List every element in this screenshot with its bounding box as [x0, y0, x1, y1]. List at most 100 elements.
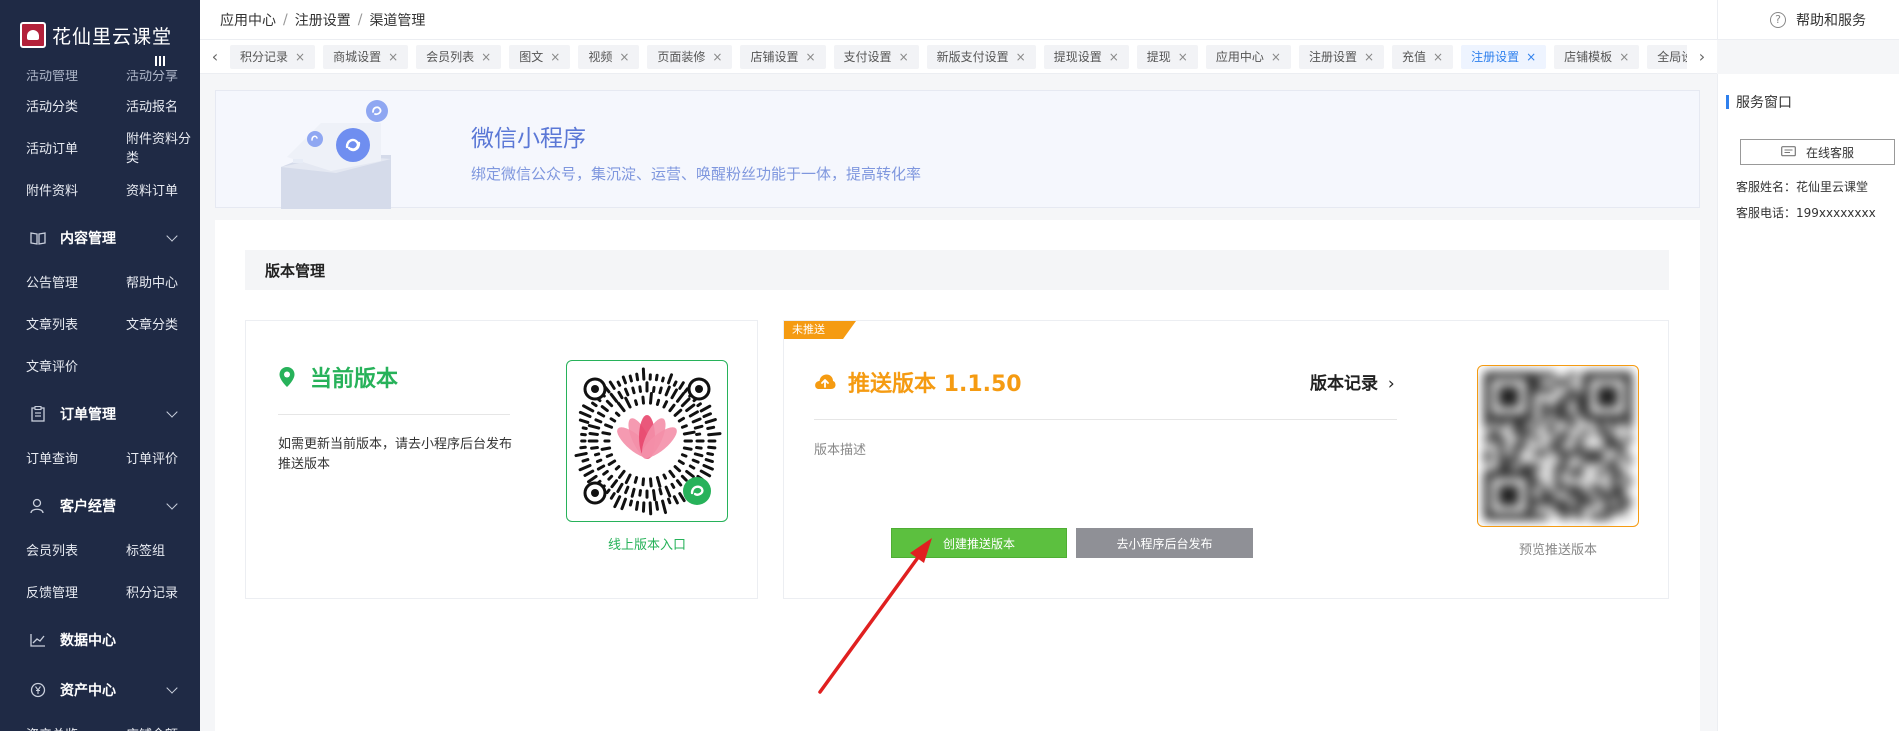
close-icon[interactable]: × — [1526, 50, 1536, 64]
sidebar-item[interactable]: 会员列表 — [0, 528, 100, 570]
tab-item[interactable]: 应用中心 × — [1205, 44, 1291, 69]
tab-item[interactable]: 店铺模板 × — [1554, 44, 1640, 69]
push-version-heading: 推送版本 1.1.50 — [814, 366, 1022, 398]
close-icon[interactable]: × — [550, 50, 560, 64]
online-version-link[interactable]: 线上版本入口 — [566, 534, 728, 553]
version-description-label: 版本描述 — [814, 443, 867, 458]
tab-label: 页面装修 — [657, 50, 706, 64]
sidebar-group-label: 数据中心 — [60, 633, 116, 649]
preview-qr-code[interactable] — [1477, 365, 1639, 527]
tab-item[interactable]: 积分记录 × — [230, 44, 316, 69]
scrollbar-handle[interactable] — [155, 56, 167, 74]
help-and-service[interactable]: ? 帮助和服务 — [1717, 0, 1899, 40]
clipboard-icon — [30, 406, 46, 422]
go-to-backend-publish-button[interactable]: 去小程序后台发布 — [1076, 528, 1253, 558]
version-history-label: 版本记录 — [1310, 374, 1378, 394]
sidebar-item[interactable]: 反馈管理 — [0, 570, 100, 612]
mini-program-banner: 微信小程序 绑定微信公众号，集沉淀、运营、唤醒粉丝功能于一体，提高转化率 — [215, 90, 1700, 209]
close-icon[interactable]: × — [899, 50, 909, 64]
tab-item[interactable]: 注册设置 × — [1298, 44, 1385, 69]
sidebar-group-data[interactable]: 数据中心 — [0, 618, 200, 662]
breadcrumb: 应用中心 / 注册设置 / 渠道管理 — [200, 0, 1717, 40]
sidebar-item[interactable]: 文章分类 — [100, 302, 200, 344]
sidebar-item[interactable]: 订单查询 — [0, 436, 100, 478]
tab-item[interactable]: 新版支付设置 × — [926, 44, 1036, 69]
sidebar-group-content[interactable]: 内容管理 — [0, 216, 200, 260]
close-icon[interactable]: × — [1433, 50, 1443, 64]
create-push-version-button[interactable]: 创建推送版本 — [891, 528, 1067, 558]
sidebar-item[interactable]: 资料订单 — [100, 168, 200, 210]
tab-item[interactable]: 页面装修 × — [647, 44, 733, 69]
breadcrumb-item[interactable]: 注册设置 — [295, 10, 351, 30]
breadcrumb-item[interactable]: 应用中心 — [220, 10, 276, 30]
tab-item[interactable]: 图文 × — [509, 44, 571, 69]
sidebar-item[interactable]: 附件资料分类 — [100, 126, 200, 168]
support-name: 客服姓名：花仙里云课堂 — [1736, 180, 1869, 194]
close-icon[interactable]: × — [1016, 50, 1026, 64]
tab-item[interactable]: 提现设置 × — [1043, 44, 1129, 69]
sidebar-item[interactable]: 公告管理 — [0, 260, 100, 302]
sidebar-group-order[interactable]: 订单管理 — [0, 392, 200, 436]
sidebar-item[interactable]: 文章列表 — [0, 302, 100, 344]
close-icon[interactable]: × — [481, 50, 491, 64]
close-icon[interactable]: × — [1364, 50, 1374, 64]
close-icon[interactable]: × — [295, 50, 305, 64]
tab-item[interactable]: 商城设置 × — [323, 44, 409, 69]
tab-item[interactable]: 店铺设置 × — [740, 44, 826, 69]
close-icon[interactable]: × — [1271, 50, 1281, 64]
sidebar-item[interactable]: 店铺余额 — [100, 712, 200, 731]
tab-item[interactable]: 支付设置 × — [833, 44, 919, 69]
sidebar-group-customer[interactable]: 客户经营 — [0, 484, 200, 528]
divider — [278, 414, 510, 415]
close-icon[interactable]: × — [619, 50, 629, 64]
sidebar-item[interactable]: 标签组 — [100, 528, 200, 570]
tab-item[interactable]: 全局设置× — [1647, 44, 1687, 69]
line-chart-icon — [30, 632, 46, 648]
tab-item[interactable]: 视频 × — [578, 44, 640, 69]
sidebar-item[interactable]: 活动分享 — [100, 70, 200, 84]
support-phone: 客服电话：199xxxxxxxx — [1736, 206, 1876, 220]
version-history-link[interactable]: 版本记录 › — [1310, 369, 1395, 394]
sidebar-item[interactable]: 附件资料 — [0, 168, 100, 210]
online-version-qr-code[interactable] — [566, 360, 728, 522]
close-icon[interactable]: × — [1178, 50, 1188, 64]
brand[interactable]: 花仙里云课堂 — [0, 0, 200, 70]
tab-label: 提现设置 — [1053, 50, 1102, 64]
sidebar-item[interactable]: 活动分类 — [0, 84, 100, 126]
tab-label: 注册设置 — [1308, 50, 1357, 64]
tab-item[interactable]: 注册设置 × — [1461, 44, 1547, 69]
brand-logo — [20, 22, 46, 48]
chat-icon — [1781, 146, 1796, 158]
banner-subtitle: 绑定微信公众号，集沉淀、运营、唤醒粉丝功能于一体，提高转化率 — [471, 165, 922, 183]
sidebar-group-assets[interactable]: 资产中心 — [0, 668, 200, 712]
current-version-title: 当前版本 — [310, 367, 399, 392]
yen-circle-icon — [30, 682, 46, 698]
sidebar-item[interactable]: 资产总览 — [0, 712, 100, 731]
close-icon[interactable]: × — [388, 50, 398, 64]
close-icon[interactable]: × — [805, 50, 815, 64]
close-icon[interactable]: × — [1619, 50, 1629, 64]
preview-push-version-label: 预览推送版本 — [1518, 543, 1597, 558]
tab-item[interactable]: 提现 × — [1136, 44, 1198, 69]
tab-scroll-left-icon[interactable]: ‹ — [200, 40, 230, 74]
tab-item[interactable]: 充值 × — [1392, 44, 1454, 69]
chevron-down-icon — [166, 682, 178, 694]
online-support-button[interactable]: 在线客服 — [1740, 139, 1895, 165]
sidebar-item[interactable]: 活动报名 — [100, 84, 200, 126]
current-version-card: 当前版本 如需更新当前版本，请去小程序后台发布推送版本 线上版本入口 — [245, 320, 758, 599]
sidebar-item[interactable]: 帮助中心 — [100, 260, 200, 302]
close-icon[interactable]: × — [712, 50, 722, 64]
sidebar-item[interactable]: 文章评价 — [0, 344, 100, 386]
tab-item[interactable]: 会员列表 × — [416, 44, 502, 69]
divider — [814, 419, 1397, 420]
sidebar-item[interactable]: 活动订单 — [0, 126, 100, 168]
sidebar-item[interactable]: 订单评价 — [100, 436, 200, 478]
tab-label: 会员列表 — [426, 50, 475, 64]
push-version-title: 推送版本 1.1.50 — [848, 372, 1022, 397]
mini-program-code-image — [574, 367, 722, 516]
sidebar-item[interactable]: 活动管理 — [0, 70, 100, 84]
chevron-down-icon — [166, 230, 178, 242]
tab-scroll-right-icon[interactable]: › — [1687, 40, 1717, 74]
sidebar-item[interactable]: 积分记录 — [100, 570, 200, 612]
close-icon[interactable]: × — [1109, 50, 1119, 64]
